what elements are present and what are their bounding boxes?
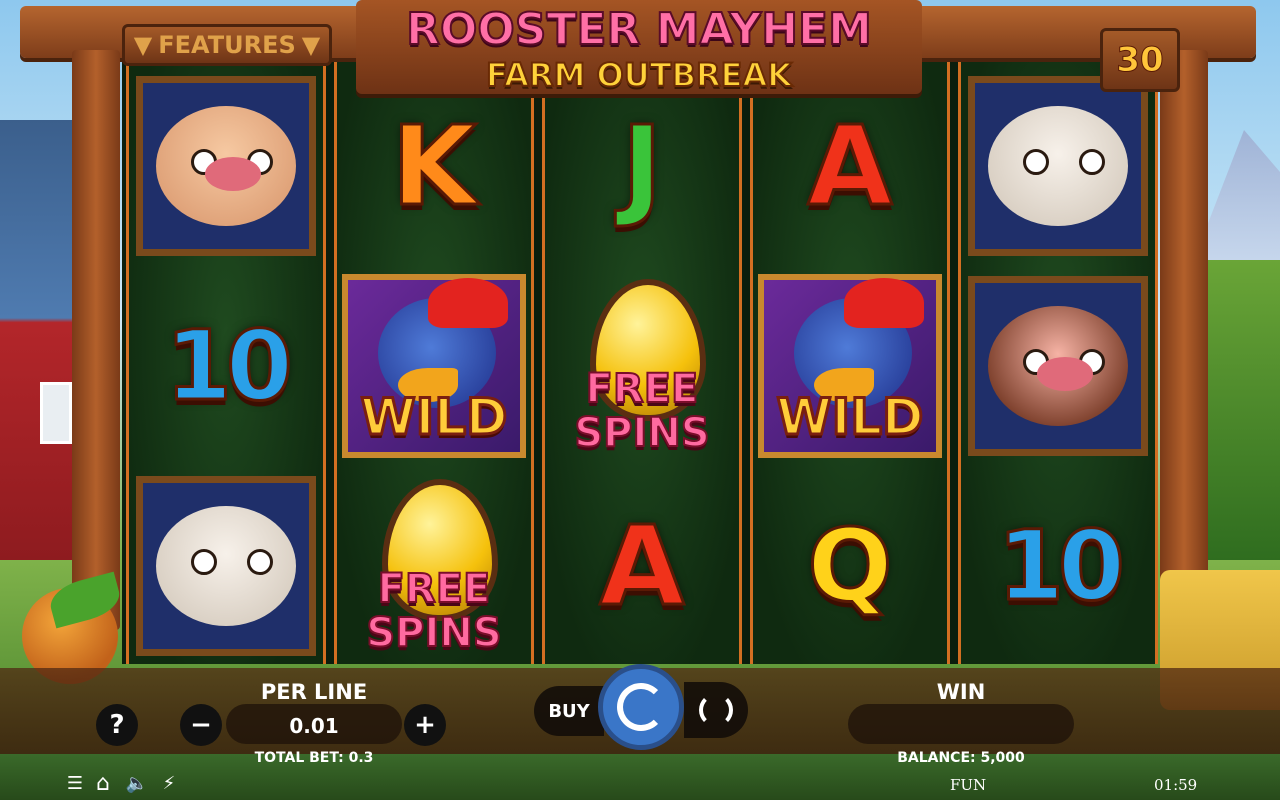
per-line-label: PER LINE xyxy=(260,680,368,704)
card-symbol-text: A xyxy=(806,102,894,230)
title-board: ROOSTER MAYHEM FARM OUTBREAK xyxy=(356,0,922,95)
win-label: WIN xyxy=(936,680,986,704)
cow-icon xyxy=(968,276,1148,456)
reel-4: A WILD Q xyxy=(750,62,950,664)
chevron-down-icon: ▼ xyxy=(133,31,153,59)
golden-egg-icon: FREE SPINS xyxy=(552,271,732,461)
snout xyxy=(1037,357,1093,391)
sound-icon[interactable]: 🔈 xyxy=(126,772,148,794)
features-button[interactable]: ▼ FEATURES ▼ xyxy=(122,24,332,66)
wild-symbol: WILD xyxy=(753,266,947,466)
goat-symbol xyxy=(961,66,1155,266)
game-title: ROOSTER MAYHEM xyxy=(405,3,873,56)
buy-feature-button[interactable]: BUY xyxy=(534,686,604,736)
goat-face xyxy=(156,506,296,626)
turbo-icon[interactable]: ⚡ xyxy=(158,772,180,794)
rooster-comb xyxy=(428,278,508,328)
card-symbol: K xyxy=(337,66,531,266)
eye xyxy=(191,549,217,575)
card-symbol: Q xyxy=(753,466,947,666)
wild-text: WILD xyxy=(775,387,925,448)
card-symbol: A xyxy=(545,466,739,666)
free-spins-line2: SPINS xyxy=(365,610,502,656)
bet-decrease-button[interactable]: − xyxy=(180,704,222,746)
goat-icon xyxy=(136,476,316,656)
golden-egg-icon: FREE SPINS xyxy=(344,471,524,661)
free-spins-text: FREE SPINS xyxy=(552,366,732,456)
card-symbol-text: J xyxy=(620,102,664,230)
left-post xyxy=(72,50,120,630)
reel-1: 10 xyxy=(126,62,326,664)
eye xyxy=(1079,149,1105,175)
card-symbol-text: K xyxy=(390,102,478,230)
chevron-down-icon: ▼ xyxy=(301,31,321,59)
goat-symbol xyxy=(129,466,323,666)
free-spins-symbol: FREE SPINS xyxy=(545,266,739,466)
menu-icon[interactable]: ☰ xyxy=(64,772,86,794)
card-symbol: 10 xyxy=(961,466,1155,666)
goat-face xyxy=(988,106,1128,226)
autoplay-icon xyxy=(699,693,733,727)
eye xyxy=(1023,149,1049,175)
rooster-comb xyxy=(844,278,924,328)
win-field xyxy=(848,704,1074,744)
card-symbol-text: Q xyxy=(806,507,894,624)
bet-increase-button[interactable]: + xyxy=(404,704,446,746)
reel-2: K WILD FREE SPINS xyxy=(334,62,534,664)
balance-text: BALANCE: 5,000 xyxy=(897,750,1025,766)
clock-text: 01:59 xyxy=(1154,776,1198,794)
free-spins-line1: FREE xyxy=(377,566,492,612)
game-mode-text: FUN xyxy=(950,776,987,794)
home-icon[interactable]: ⌂ xyxy=(92,771,114,796)
rooster-wild-icon: WILD xyxy=(758,274,942,458)
wild-text: WILD xyxy=(359,387,509,448)
hill-background xyxy=(1200,260,1280,560)
spin-button[interactable] xyxy=(598,664,684,750)
goat-icon xyxy=(968,76,1148,256)
game-subtitle: FARM OUTBREAK xyxy=(485,55,793,95)
pig-icon xyxy=(136,76,316,256)
card-symbol-text: 10 xyxy=(996,510,1127,622)
eye xyxy=(247,549,273,575)
help-button[interactable]: ? xyxy=(96,704,138,746)
total-bet-text: TOTAL BET: 0.3 xyxy=(254,750,374,766)
wild-symbol: WILD xyxy=(337,266,531,466)
reel-5: 10 xyxy=(958,62,1158,664)
card-symbol-text: A xyxy=(598,502,686,630)
reel-3: J FREE SPINS A xyxy=(542,62,742,664)
reel-grid: 10 K WILD FREE SPINS J FREE SPINS A A WILD Q 10 xyxy=(122,62,1158,664)
right-post xyxy=(1160,50,1208,630)
autoplay-button[interactable] xyxy=(684,682,748,738)
snout xyxy=(205,157,261,191)
cow-symbol xyxy=(961,266,1155,466)
per-line-value: 0.01 xyxy=(289,714,339,738)
barn-window xyxy=(40,382,72,444)
card-symbol: 10 xyxy=(129,266,323,466)
free-spins-line1: FREE xyxy=(585,366,700,412)
paylines-count: 30 xyxy=(1100,28,1180,92)
spin-icon xyxy=(617,683,665,731)
free-spins-line2: SPINS xyxy=(573,410,710,456)
pig-symbol xyxy=(129,66,323,266)
features-label: FEATURES xyxy=(158,31,296,59)
card-symbol: J xyxy=(545,66,739,266)
card-symbol-text: 10 xyxy=(164,310,295,422)
free-spins-text: FREE SPINS xyxy=(344,566,524,656)
rooster-wild-icon: WILD xyxy=(342,274,526,458)
status-bar xyxy=(0,754,1280,800)
card-symbol: A xyxy=(753,66,947,266)
free-spins-symbol: FREE SPINS xyxy=(337,466,531,666)
